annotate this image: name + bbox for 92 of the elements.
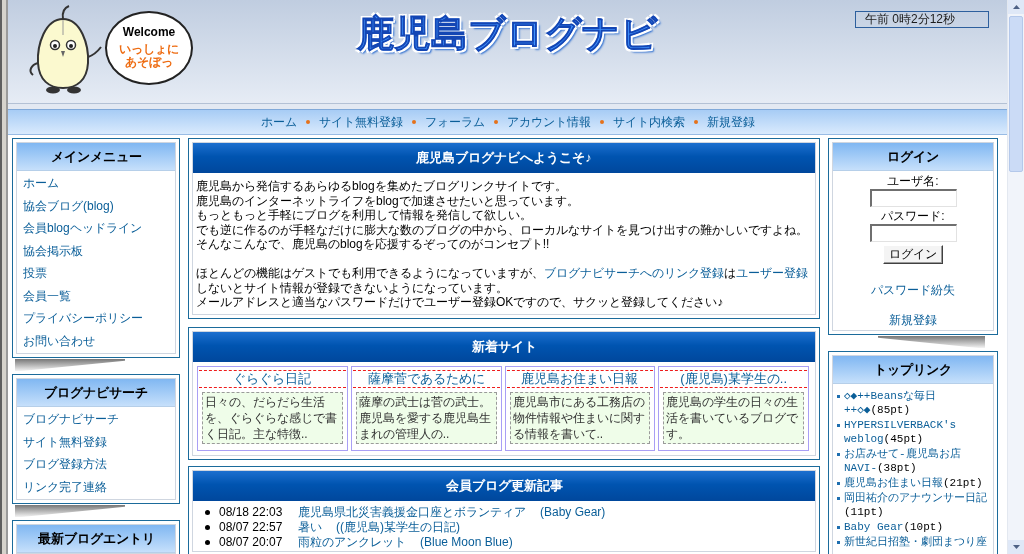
post-date: 08/18 22:03 <box>219 504 284 520</box>
site-link[interactable]: 鹿児島お住まい日報 <box>521 370 639 386</box>
greeting-text: Welcome <box>122 25 176 40</box>
bullet-icon <box>837 424 840 427</box>
menu-link[interactable]: 協会掲示板 <box>23 243 83 258</box>
site-description: 鹿児島の学生の日々の生活を書いているブログです。 <box>663 391 804 444</box>
bullet-icon <box>837 541 840 544</box>
site-description: 薩摩の武士は菅の武士。鹿児島を愛する鹿児島生まれの管理人の.. <box>355 391 497 444</box>
box-title: メインメニュー <box>50 149 142 164</box>
menu-link[interactable]: ブログ登録方法 <box>23 457 107 471</box>
text-link[interactable]: ユーザー登録 <box>736 266 808 280</box>
source-link[interactable]: (Blue Moon Blue) <box>420 534 513 550</box>
box-title: ブログナビサーチ <box>44 385 148 400</box>
source-link[interactable]: ((鹿児島)某学生の日記) <box>336 519 460 535</box>
menu-link[interactable]: 会員一覧 <box>23 288 71 303</box>
bullet-icon <box>837 526 840 529</box>
caret-up-icon <box>1012 5 1020 9</box>
post-link[interactable]: 暑い <box>298 519 322 535</box>
menu-link[interactable]: ブログナビサーチ <box>23 412 119 426</box>
box-title: 新着サイト <box>471 339 537 354</box>
text-link[interactable]: ブログナビサーチへのリンク登録 <box>544 266 724 280</box>
bullet-icon <box>599 120 604 124</box>
intro-text: もっともっと手軽にブログを利用して情報を発信して欲しい。 <box>196 208 533 223</box>
post-date: 08/07 22:57 <box>219 519 284 535</box>
post-date: 08/07 20:07 <box>219 534 284 550</box>
caret-down-icon <box>1012 545 1020 549</box>
site-description: 鹿児島市にある工務店の物件情報や住まいに関する情報を書いて.. <box>509 391 651 444</box>
site-title: 鹿児島ブログナビ <box>357 12 658 56</box>
bullet-icon <box>837 497 840 500</box>
post-link[interactable]: 鹿児島県北災害義援金口座とボランティア <box>298 504 526 520</box>
scrollbar-thumb[interactable] <box>1009 16 1023 172</box>
bullet-icon <box>305 120 310 124</box>
ranking-link[interactable]: Baby Gear(10pt) <box>844 520 944 534</box>
bullet-icon <box>837 482 840 485</box>
intro-text: そんなこんなで、鹿児島のblogを応援するぞってのがコンセプト!! <box>196 237 551 252</box>
nav-link[interactable]: アカウント情報 <box>506 115 591 129</box>
site-link[interactable]: (鹿児島)某学生の.. <box>680 370 788 386</box>
nav-link[interactable]: 新規登録 <box>706 115 755 129</box>
nav-link[interactable]: サイト内検索 <box>612 115 685 129</box>
nav-link[interactable]: フォーラム <box>424 115 485 129</box>
ranking-link[interactable]: 鹿児島お住まい日報(21pt) <box>844 476 983 490</box>
login-link[interactable]: 新規登録 <box>889 313 937 327</box>
menu-link[interactable]: 協会ブログ(blog) <box>23 198 114 213</box>
menu-link[interactable]: リンク完了連絡 <box>23 479 107 494</box>
site-description: 日々の、だらだら生活を、ぐらぐらな感じで書く日記。主な特徴.. <box>202 391 343 444</box>
menu-link[interactable]: 投票 <box>23 266 47 280</box>
field-label: パスワード: <box>881 209 945 223</box>
box-title: 鹿児島ブログナビへようこそ♪ <box>416 151 592 165</box>
nav-link[interactable]: ホーム <box>260 115 297 129</box>
ranking-link[interactable]: 新世紀日招塾・劇団まつり座 <box>844 535 987 549</box>
site-link[interactable]: ぐらぐら日記 <box>233 370 312 386</box>
menu-link[interactable]: プライバシーポリシー <box>23 311 143 325</box>
scrollbar-track[interactable] <box>1007 0 1024 554</box>
ranking-link[interactable]: 岡田祐介のアナウンサー日記 (11pt) <box>844 491 992 519</box>
scroll-down-button[interactable] <box>1008 540 1024 554</box>
post-link[interactable]: 雨粒のアンクレット <box>298 534 406 550</box>
login-button[interactable]: ログイン <box>883 245 943 264</box>
menu-link[interactable]: サイト無料登録 <box>23 434 107 449</box>
ranking-link[interactable]: HYPERSILVERBACK's weblog(45pt) <box>844 418 992 446</box>
intro-text: 鹿児島から発信するあらゆるblogを集めたブログリンクサイトです。 <box>196 179 568 194</box>
bullet-icon <box>837 453 840 456</box>
bullet-icon <box>205 509 210 515</box>
bubble-text: いっしょに <box>119 42 179 56</box>
bullet-icon <box>205 524 210 530</box>
bullet-icon <box>493 120 498 124</box>
bullet-icon <box>205 539 210 545</box>
source-link[interactable]: (Baby Gear) <box>540 504 606 520</box>
bullet-icon <box>837 395 840 398</box>
nav-link[interactable]: サイト無料登録 <box>318 115 403 129</box>
clock-display: 午前 0時2分12秒 <box>855 11 989 28</box>
box-title: 最新ブログエントリ <box>37 531 155 546</box>
menu-link[interactable]: ホーム <box>23 176 59 190</box>
bubble-text: あそぼっ <box>125 56 173 71</box>
field-label: ユーザ名: <box>887 174 939 188</box>
menu-link[interactable]: 会員blogヘッドライン <box>23 221 142 235</box>
login-link[interactable]: パスワード紛失 <box>871 283 955 297</box>
username-field[interactable] <box>869 189 957 207</box>
intro-text: メールアドレスと適当なパスワードだけでユーザー登録OKですので、サクッと登録してください♪ <box>196 295 725 310</box>
box-title: トップリンク <box>874 362 952 377</box>
intro-text: でも逆に作るのが手軽なだけに膨大な数のブログの中から、ローカルなサイトを見つけ出すの難かしいですよね。 <box>196 222 809 237</box>
box-title: ログイン <box>887 149 939 164</box>
ranking-link[interactable]: ◇◆++Beansな毎日++◇◆(85pt) <box>844 389 992 417</box>
intro-text: ほとんどの機能はゲストでも利用できるようになっていますが、ブログナビサーチへのリンク登録はユーザー登録 しないとサイト情報が登録できないようになっています。 <box>196 266 809 295</box>
menu-link[interactable]: お問い合わせ <box>23 333 95 348</box>
intro-text: 鹿児島のインターネットライフをblogで加速させたいと思っています。 <box>196 193 580 208</box>
password-field[interactable] <box>869 224 957 242</box>
bullet-icon <box>693 120 698 124</box>
scroll-up-button[interactable] <box>1008 0 1024 14</box>
ranking-link[interactable]: お店みせて-鹿児島お店NAVI-(38pt) <box>844 447 992 475</box>
box-title: 会員ブログ更新記事 <box>445 478 563 493</box>
bullet-icon <box>411 120 416 124</box>
site-link[interactable]: 薩摩菅であるために <box>367 370 485 386</box>
